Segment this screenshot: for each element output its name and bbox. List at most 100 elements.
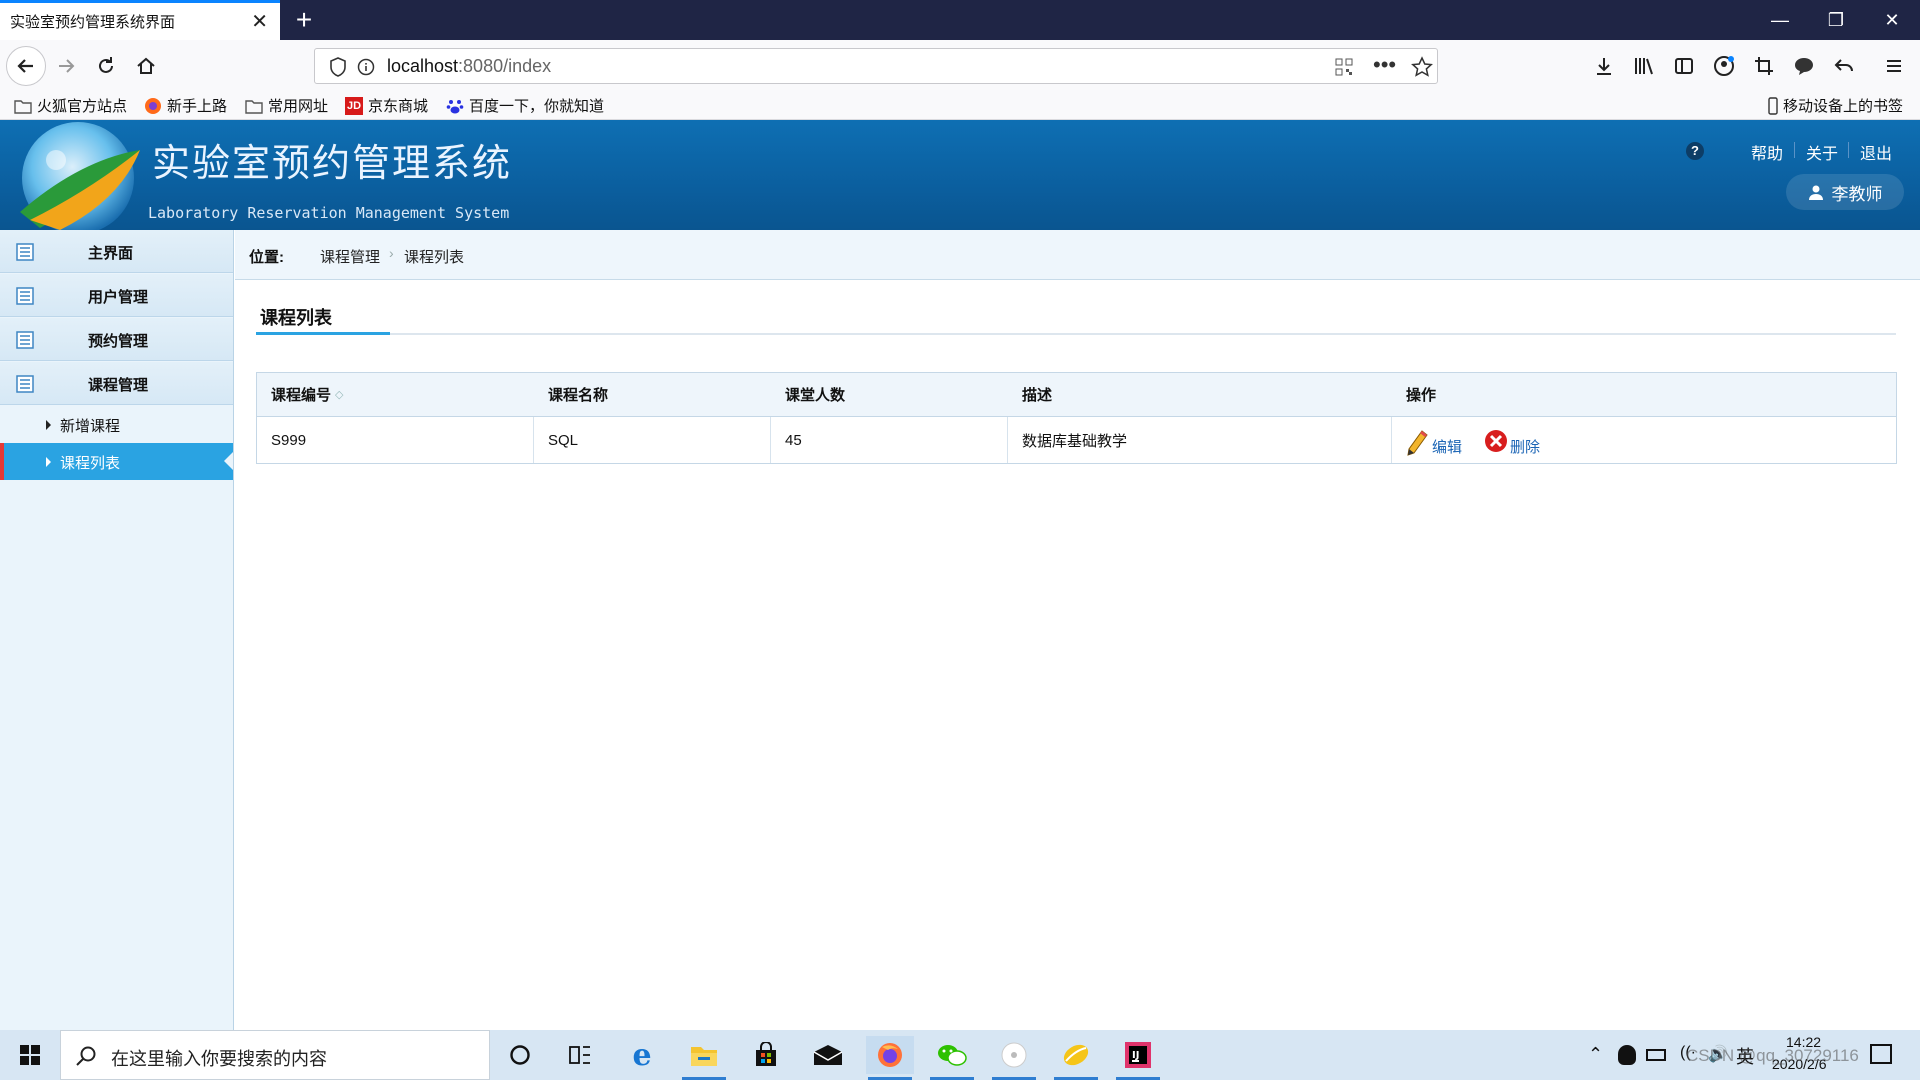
active-notch bbox=[224, 452, 233, 470]
mobile-bookmarks[interactable]: 移动设备上的书签 bbox=[1768, 95, 1903, 116]
submenu-course-list[interactable]: 课程列表 bbox=[0, 443, 233, 480]
cell-text: 数据库基础教学 bbox=[1022, 432, 1128, 450]
home-button[interactable] bbox=[126, 46, 166, 86]
firefox-taskbar-icon[interactable] bbox=[866, 1036, 914, 1080]
task-view-icon[interactable] bbox=[556, 1036, 604, 1074]
column-header-label: 课程编号 bbox=[271, 387, 332, 404]
edit-link[interactable]: 编辑 bbox=[1432, 436, 1462, 457]
restore-icon[interactable]: ❐ bbox=[1808, 0, 1864, 40]
sort-icon[interactable]: ◇ bbox=[335, 388, 343, 401]
menu-item-label: 课程管理 bbox=[88, 377, 149, 394]
breadcrumb-course-management[interactable]: 课程管理 bbox=[320, 246, 380, 267]
bookmark-label: 火狐官方站点 bbox=[37, 98, 128, 115]
url-bar[interactable]: localhost:8080/index ••• bbox=[314, 48, 1438, 84]
search-icon bbox=[76, 1046, 96, 1066]
store-icon[interactable] bbox=[742, 1036, 790, 1074]
browser-tab[interactable]: 实验室预约管理系统界面 ✕ bbox=[0, 0, 280, 40]
qr-code-icon[interactable] bbox=[1335, 58, 1353, 76]
help-link[interactable]: 帮助 bbox=[1751, 140, 1783, 164]
column-header-desc: 描述 bbox=[1008, 373, 1392, 416]
sidebar-toggle-icon[interactable] bbox=[1668, 50, 1700, 82]
wechat-icon[interactable] bbox=[928, 1036, 976, 1080]
minimize-icon[interactable]: — bbox=[1752, 0, 1808, 40]
window-close-icon[interactable]: ✕ bbox=[1864, 0, 1920, 40]
help-question-icon[interactable]: ? bbox=[1686, 142, 1704, 160]
jd-icon: JD bbox=[345, 96, 363, 115]
cell-course-name: SQL bbox=[534, 417, 771, 463]
menu-item-users[interactable]: 用户管理 bbox=[0, 274, 233, 317]
new-tab-icon[interactable]: + bbox=[288, 4, 320, 36]
delete-action[interactable]: 删除 bbox=[1482, 429, 1540, 457]
svg-text:IJ: IJ bbox=[1132, 1050, 1139, 1061]
cortana-icon[interactable] bbox=[496, 1036, 544, 1074]
edit-action[interactable]: 编辑 bbox=[1406, 429, 1462, 457]
folder-icon bbox=[14, 99, 32, 114]
menu-item-reservations[interactable]: 预约管理 bbox=[0, 318, 233, 361]
menu-item-label: 主界面 bbox=[88, 245, 134, 262]
bookmark-jd[interactable]: JD 京东商城 bbox=[345, 95, 428, 116]
undo-icon[interactable] bbox=[1828, 50, 1860, 82]
caret-right-icon bbox=[46, 420, 51, 430]
bookmark-getting-started[interactable]: 新手上路 bbox=[144, 95, 227, 116]
baidu-paw-icon bbox=[446, 99, 464, 113]
menu-item-label: 用户管理 bbox=[88, 289, 149, 306]
notification-icon[interactable] bbox=[1870, 1044, 1892, 1064]
breadcrumb-course-list[interactable]: 课程列表 bbox=[404, 246, 464, 267]
more-actions-icon[interactable]: ••• bbox=[1373, 52, 1396, 78]
cell-actions: 编辑 删除 bbox=[1392, 417, 1896, 463]
taskbar-search[interactable]: 在这里输入你要搜索的内容 bbox=[60, 1030, 490, 1080]
table-header: 课程编号 ◇ 课程名称 课堂人数 描述 操作 bbox=[257, 373, 1896, 417]
sidebar: 主界面 用户管理 预约管理 课程管理 新增课程 课程列表 bbox=[0, 230, 234, 1030]
library-icon[interactable] bbox=[1628, 50, 1660, 82]
submenu-label: 新增课程 bbox=[60, 418, 121, 435]
battery-icon[interactable] bbox=[1646, 1049, 1666, 1061]
shield-icon[interactable] bbox=[329, 57, 347, 77]
menu-icon[interactable] bbox=[1878, 50, 1910, 82]
chat-icon[interactable] bbox=[1788, 50, 1820, 82]
submenu-add-course[interactable]: 新增课程 bbox=[0, 406, 233, 443]
start-button[interactable] bbox=[0, 1030, 60, 1080]
column-header-id[interactable]: 课程编号 ◇ bbox=[257, 373, 534, 416]
url-text[interactable]: localhost:8080/index bbox=[387, 56, 551, 77]
menu-item-home[interactable]: 主界面 bbox=[0, 230, 233, 273]
search-placeholder: 在这里输入你要搜索的内容 bbox=[111, 1049, 327, 1069]
cell-text: SQL bbox=[548, 431, 579, 449]
info-icon[interactable] bbox=[357, 58, 375, 76]
title-divider bbox=[256, 333, 1896, 335]
bookmark-common-sites[interactable]: 常用网址 bbox=[245, 95, 328, 116]
close-tab-icon[interactable]: ✕ bbox=[251, 11, 268, 33]
show-hidden-icons[interactable]: ⌃ bbox=[1588, 1044, 1603, 1065]
globe-logo-icon bbox=[20, 122, 140, 230]
download-icon[interactable] bbox=[1588, 50, 1620, 82]
cell-text: 45 bbox=[785, 431, 802, 449]
file-explorer-icon[interactable] bbox=[680, 1036, 728, 1080]
edge-icon[interactable]: e bbox=[618, 1036, 666, 1074]
screenshot-icon[interactable] bbox=[1748, 50, 1780, 82]
list-icon bbox=[16, 375, 34, 393]
breadcrumb-separator: › bbox=[389, 245, 394, 261]
table-row: S999 SQL 45 数据库基础教学 编辑 删除 bbox=[257, 417, 1896, 463]
course-table: 课程编号 ◇ 课程名称 课堂人数 描述 操作 S999 SQL 45 数据库基础… bbox=[256, 372, 1897, 464]
about-link[interactable]: 关于 bbox=[1806, 140, 1838, 164]
sticky-app-icon[interactable] bbox=[1052, 1036, 1100, 1080]
account-icon[interactable] bbox=[1708, 50, 1740, 82]
column-header-label: 描述 bbox=[1022, 387, 1053, 404]
bookmark-star-icon[interactable] bbox=[1411, 56, 1433, 78]
bookmark-firefox-official[interactable]: 火狐官方站点 bbox=[14, 95, 127, 116]
menu-item-label: 预约管理 bbox=[88, 333, 149, 350]
qq-tray-icon[interactable] bbox=[1618, 1045, 1636, 1065]
mail-icon[interactable] bbox=[804, 1036, 852, 1074]
user-badge[interactable]: 李教师 bbox=[1786, 174, 1904, 210]
delete-link[interactable]: 删除 bbox=[1510, 436, 1540, 457]
home-icon bbox=[137, 57, 155, 74]
bookmark-baidu[interactable]: 百度一下，你就知道 bbox=[446, 95, 604, 116]
menu-item-courses[interactable]: 课程管理 bbox=[0, 362, 233, 405]
app-title: 实验室预约管理系统 bbox=[152, 141, 513, 185]
reload-button[interactable] bbox=[86, 46, 126, 86]
forward-button[interactable] bbox=[46, 46, 86, 86]
intellij-icon[interactable]: IJ bbox=[1114, 1036, 1162, 1080]
back-button[interactable] bbox=[6, 46, 46, 86]
logout-link[interactable]: 退出 bbox=[1860, 140, 1892, 164]
media-player-icon[interactable] bbox=[990, 1036, 1038, 1080]
column-header-actions: 操作 bbox=[1392, 373, 1896, 416]
